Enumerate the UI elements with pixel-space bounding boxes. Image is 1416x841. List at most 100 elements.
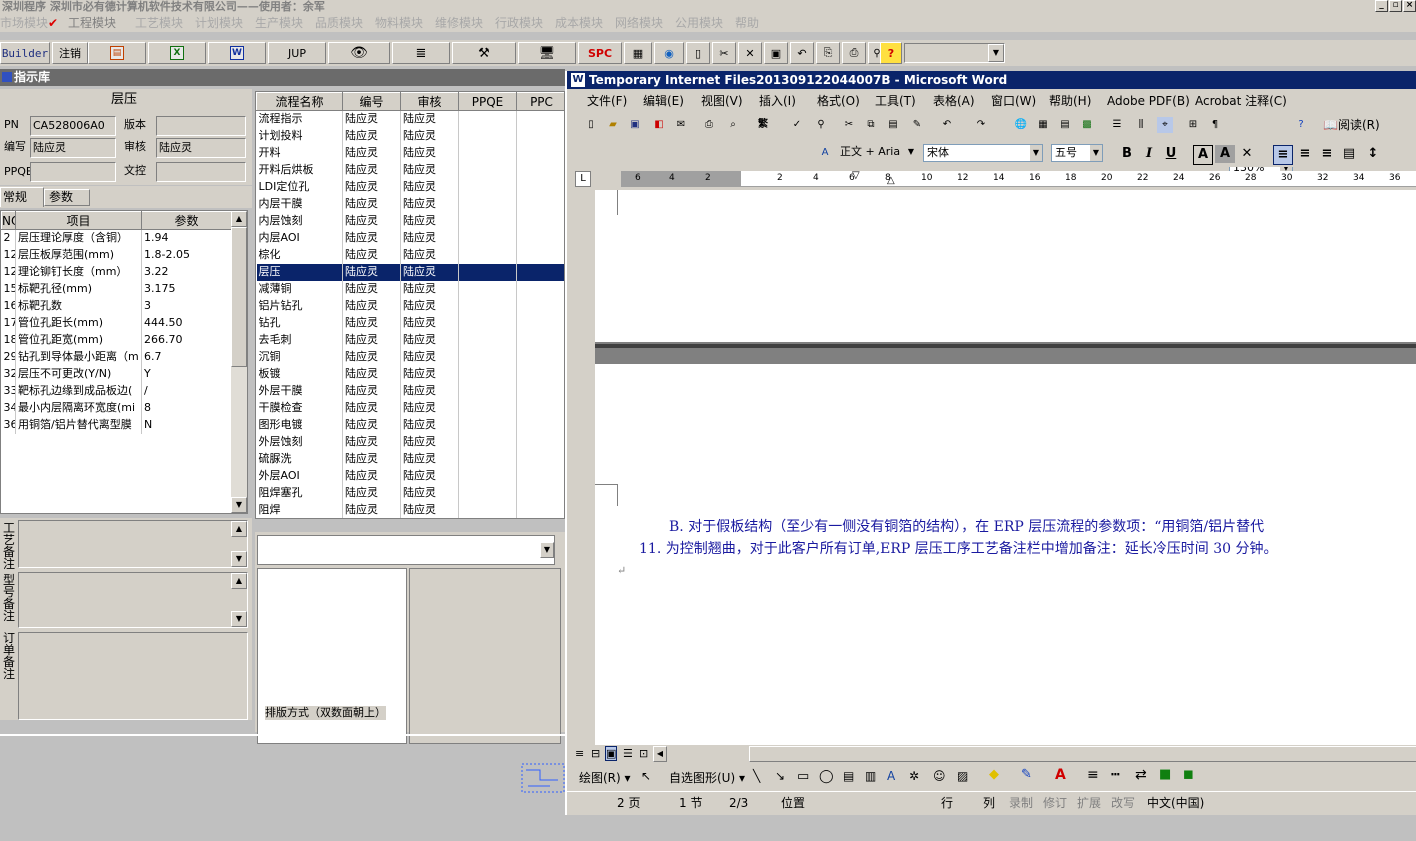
param-row[interactable]: 32层压不可更改(Y/N)Y — [1, 365, 232, 383]
distributed-icon[interactable]: ▤ — [1339, 145, 1359, 163]
flow-row[interactable]: 去毛刺 陆应灵 陆应灵 — [256, 331, 564, 349]
word-menu-item[interactable]: 插入(I) — [759, 92, 796, 110]
menu-engineering[interactable]: 工程模块 — [68, 14, 116, 32]
pn-field[interactable]: CA528006A0 — [30, 116, 116, 136]
flow-row[interactable]: 计划投料 陆应灵 陆应灵 — [256, 127, 564, 145]
chevron-down-icon[interactable]: ▼ — [1090, 145, 1102, 161]
status-trk[interactable]: 修订 — [1043, 795, 1067, 811]
builder-button[interactable]: Builder — [0, 42, 50, 64]
save-icon[interactable]: ▣ — [627, 117, 643, 133]
tab-stop-selector[interactable]: L — [575, 171, 591, 187]
jup-button[interactable]: JUP — [268, 42, 326, 64]
line-style-icon[interactable]: ≡ — [1087, 767, 1099, 783]
hscroll-thumb[interactable] — [749, 746, 1416, 762]
close-button[interactable]: × — [1403, 0, 1416, 12]
report-button[interactable]: ▤ — [88, 42, 146, 64]
align-justify-icon[interactable]: ≡ — [1273, 145, 1293, 165]
horizontal-ruler[interactable]: 6 4 2 2 4 6 8 10 12 14 16 18 20 22 24 26 28 30 32 34 36 ▽ △ — [621, 170, 1416, 187]
param-row[interactable]: 16标靶孔数3 — [1, 297, 232, 315]
char-border-icon[interactable]: A — [1193, 145, 1213, 165]
flow-row[interactable]: 图形电镀 陆应灵 陆应灵 — [256, 416, 564, 434]
tools-button[interactable]: ⚒ — [452, 42, 516, 64]
excel-button[interactable]: X — [148, 42, 206, 64]
word-menu-item[interactable]: 格式(O) — [817, 92, 860, 110]
format-painter-icon[interactable]: ✎ — [909, 117, 925, 133]
flow-row[interactable]: 内层蚀刻 陆应灵 陆应灵 — [256, 212, 564, 230]
wordart-icon[interactable]: A — [887, 769, 895, 783]
textbox-icon[interactable]: ▤ — [843, 769, 854, 783]
read-button[interactable]: 📖阅读(R) — [1323, 117, 1380, 133]
col-review[interactable]: 审核 — [400, 92, 459, 111]
word-menu-item[interactable]: 窗口(W) — [991, 92, 1036, 110]
param-row[interactable]: 12理论铆钉长度（mm）3.22 — [1, 263, 232, 281]
menu-maintenance[interactable]: 维修模块 — [435, 14, 483, 32]
flow-row[interactable]: 沉铜 陆应灵 陆应灵 — [256, 348, 564, 366]
computer-button[interactable]: 🖥 — [518, 42, 576, 64]
word-button[interactable]: W — [208, 42, 266, 64]
col-value[interactable]: 参数 — [141, 211, 232, 230]
italic-icon[interactable]: I — [1139, 145, 1159, 163]
reading-view-icon[interactable]: ⊡ — [639, 747, 648, 760]
minimize-button[interactable]: _ — [1375, 0, 1388, 12]
menu-admin[interactable]: 行政模块 — [495, 14, 543, 32]
outline-view-icon[interactable]: ☰ — [623, 747, 633, 760]
redo-icon[interactable]: ↷ — [973, 117, 989, 133]
status-ovr[interactable]: 改写 — [1111, 795, 1135, 811]
flow-row[interactable]: 外层干膜 陆应灵 陆应灵 — [256, 382, 564, 400]
insert-table-icon[interactable]: ▤ — [1057, 117, 1073, 133]
columns-icon[interactable]: ☰ — [1109, 117, 1125, 133]
new-doc-icon[interactable]: ▯ — [583, 117, 599, 133]
menu-material[interactable]: 物料模块 — [375, 14, 423, 32]
flow-row[interactable]: 外层蚀刻 陆应灵 陆应灵 — [256, 433, 564, 451]
line-color-icon[interactable]: ✎ — [1021, 767, 1032, 782]
delete-button[interactable]: ✕ — [738, 42, 762, 64]
hanging-indent-icon[interactable]: △ — [887, 175, 895, 186]
style-select[interactable]: 正文 + Aria ▼ — [837, 144, 917, 162]
word-menu-item[interactable]: 表格(A) — [933, 92, 975, 110]
menu-production[interactable]: 生产模块 — [255, 14, 303, 32]
cut-button[interactable]: ✂ — [712, 42, 736, 64]
permission-icon[interactable]: ◧ — [651, 117, 667, 133]
logout-button[interactable]: 注销 — [52, 42, 88, 64]
flow-row[interactable]: 流程指示 陆应灵 陆应灵 — [256, 110, 564, 128]
restore-button[interactable]: ▫ — [1389, 0, 1402, 12]
flow-row[interactable]: 阻焊塞孔 陆应灵 陆应灵 — [256, 484, 564, 502]
align-right-icon[interactable]: ≡ — [1317, 145, 1337, 163]
scroll-down-icon[interactable]: ▼ — [231, 551, 247, 567]
flow-row[interactable]: 减薄铜 陆应灵 陆应灵 — [256, 280, 564, 298]
flow-row[interactable]: 硫脲洗 陆应灵 陆应灵 — [256, 450, 564, 468]
3d-icon[interactable]: ◼ — [1183, 767, 1194, 782]
menu-cost[interactable]: 成本模块 — [555, 14, 603, 32]
arrow-icon[interactable]: ↘ — [775, 769, 785, 783]
hyperlink-icon[interactable]: 🌐 — [1013, 117, 1029, 133]
calendar-button[interactable]: ▦ — [624, 42, 652, 64]
scroll-up-icon[interactable]: ▲ — [231, 521, 247, 537]
menu-plan[interactable]: 计划模块 — [195, 14, 243, 32]
flow-row[interactable]: 铝片钻孔 陆应灵 陆应灵 — [256, 297, 564, 315]
vertical-textbox-icon[interactable]: ▥ — [865, 769, 876, 783]
param-row[interactable]: 34最小内层隔离环宽度(mi8 — [1, 399, 232, 417]
spelling-icon[interactable]: ✓ — [789, 117, 805, 133]
param-row[interactable]: 2 层压理论厚度（含铜） 1.94 — [1, 229, 232, 247]
chevron-down-icon[interactable]: ▼ — [988, 44, 1004, 62]
show-hide-icon[interactable]: ⊞ — [1185, 117, 1201, 133]
copy-icon[interactable]: ⧉ — [863, 117, 879, 133]
menu-quality[interactable]: 品质模块 — [315, 14, 363, 32]
col-ppc[interactable]: PPC — [516, 92, 564, 111]
menu-market[interactable]: 市场模块 — [0, 14, 48, 32]
autoshapes-menu[interactable]: 自选图形(U) ▾ — [669, 769, 745, 786]
align-center-icon[interactable]: ≡ — [1295, 145, 1315, 163]
select-objects-icon[interactable]: ↖ — [641, 769, 651, 783]
col-item[interactable]: 项目 — [15, 211, 142, 230]
mail-icon[interactable]: ✉ — [673, 117, 689, 133]
flow-row[interactable]: 内层干膜 陆应灵 陆应灵 — [256, 195, 564, 213]
flow-row[interactable]: 阻焊 陆应灵 陆应灵 — [256, 501, 564, 518]
scroll-thumb[interactable] — [231, 227, 247, 367]
database-button[interactable]: ≣ — [392, 42, 450, 64]
flow-row[interactable]: 开料后烘板 陆应灵 陆应灵 — [256, 161, 564, 179]
ppqe-field[interactable] — [30, 162, 116, 182]
document-area[interactable]: B. 对于假板结构（至少有一侧没有铜箔的结构），在 ERP 层压流程的参数项：“… — [595, 190, 1416, 745]
menu-network[interactable]: 网络模块 — [615, 14, 663, 32]
size-select[interactable]: 五号 ▼ — [1051, 144, 1103, 162]
horizontal-scrollbar[interactable]: ≡ ⊟ ▣ ☰ ⊡ ◀ — [567, 745, 1416, 763]
